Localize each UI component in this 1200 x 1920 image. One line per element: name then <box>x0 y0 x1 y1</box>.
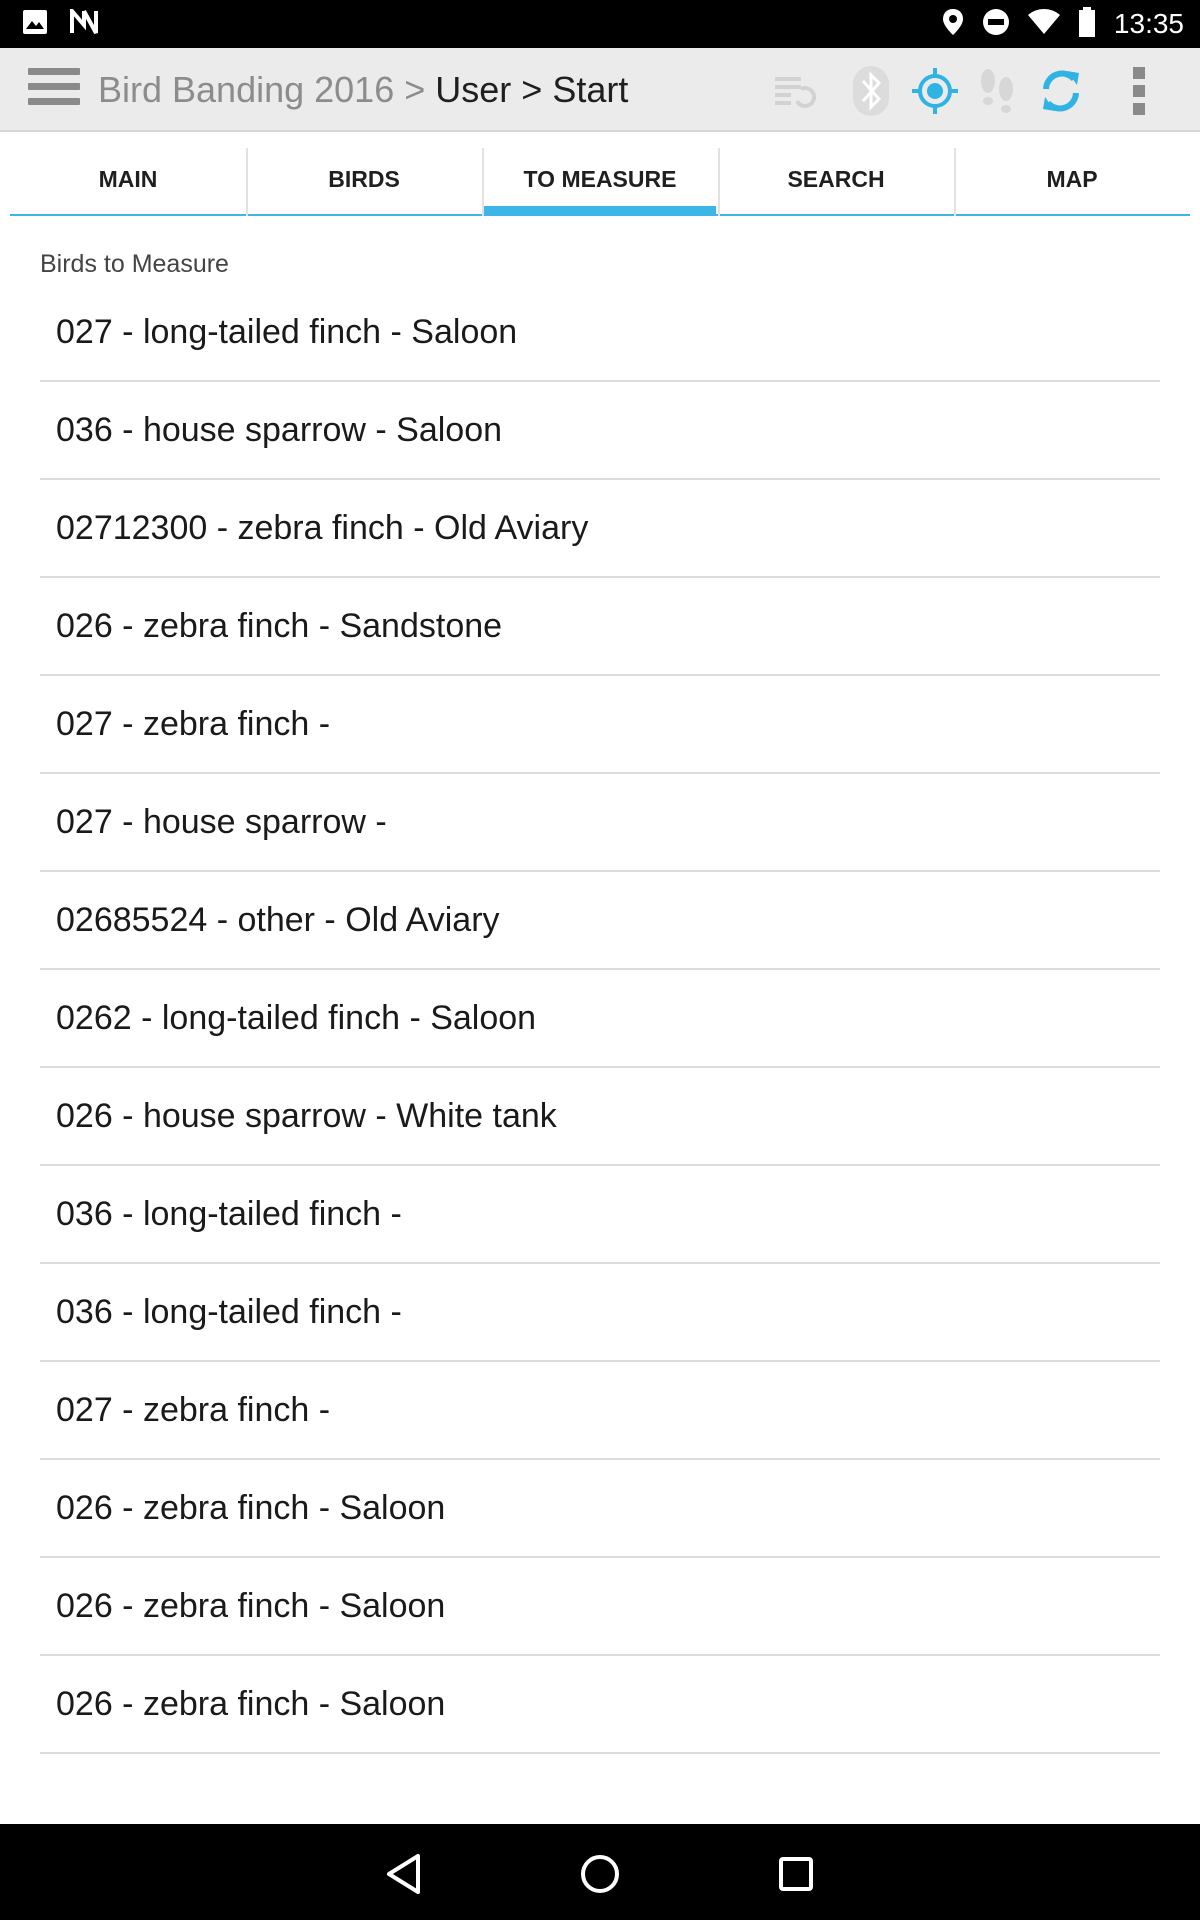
do-not-disturb-icon <box>982 8 1010 41</box>
battery-icon <box>1078 6 1096 42</box>
breadcrumb-user[interactable]: User <box>435 69 511 111</box>
list-item[interactable]: 036 - house sparrow - Saloon <box>40 382 1160 480</box>
sync-list-icon[interactable] <box>770 66 820 116</box>
list-item[interactable]: 027 - zebra finch - <box>40 1362 1160 1460</box>
tab-bar: MAIN BIRDS TO MEASURE SEARCH MAP <box>10 144 1190 216</box>
status-time: 13:35 <box>1113 8 1184 39</box>
breadcrumb-separator: > <box>521 69 543 110</box>
list-item[interactable]: 027 - zebra finch - <box>40 676 1160 774</box>
gps-location-icon[interactable] <box>910 66 960 116</box>
tab-to-measure[interactable]: TO MEASURE <box>482 144 718 216</box>
overflow-menu-icon[interactable] <box>1114 66 1164 116</box>
section-title: Birds to Measure <box>40 250 229 278</box>
recents-icon[interactable] <box>768 1846 824 1902</box>
breadcrumb-page: Start <box>552 69 629 110</box>
status-right-icons: 13:35 <box>942 0 1184 48</box>
list-item[interactable]: 036 - long-tailed finch - <box>40 1264 1160 1362</box>
tab-map[interactable]: MAP <box>954 144 1190 216</box>
tab-search[interactable]: SEARCH <box>718 144 954 216</box>
list-item[interactable]: 036 - long-tailed finch - <box>40 1166 1160 1264</box>
n-notification-icon <box>70 5 98 40</box>
wifi-icon <box>1027 8 1060 40</box>
location-icon <box>942 8 964 41</box>
bluetooth-icon[interactable] <box>846 66 896 116</box>
list-item[interactable]: 0262 - long-tailed finch - Saloon <box>40 970 1160 1068</box>
footsteps-icon[interactable] <box>972 66 1022 116</box>
status-left-icons <box>22 0 98 48</box>
breadcrumb-separator: > <box>404 69 426 110</box>
action-bar: Bird Banding 2016 > User > Start <box>0 48 1200 132</box>
list-item[interactable]: 026 - house sparrow - White tank <box>40 1068 1160 1166</box>
breadcrumb: Bird Banding 2016 > User > Start <box>98 48 628 132</box>
status-bar: 13:35 <box>0 0 1200 48</box>
list-item[interactable]: 027 - house sparrow - <box>40 774 1160 872</box>
list-item[interactable]: 026 - zebra finch - Saloon <box>40 1656 1160 1754</box>
main-content: Birds to Measure 027 - long-tailed finch… <box>10 218 1190 1790</box>
refresh-icon[interactable] <box>1036 66 1086 116</box>
breadcrumb-app[interactable]: Bird Banding 2016 <box>98 69 394 111</box>
navigation-bar <box>0 1824 1200 1920</box>
home-icon[interactable] <box>572 1846 628 1902</box>
list-item[interactable]: 026 - zebra finch - Saloon <box>40 1460 1160 1558</box>
image-icon <box>22 9 48 40</box>
list-item[interactable]: 02685524 - other - Old Aviary <box>40 872 1160 970</box>
tab-birds[interactable]: BIRDS <box>246 144 482 216</box>
birds-to-measure-list[interactable]: 027 - long-tailed finch - Saloon 036 - h… <box>40 290 1160 1754</box>
list-item[interactable]: 026 - zebra finch - Saloon <box>40 1558 1160 1656</box>
tab-main[interactable]: MAIN <box>10 144 246 214</box>
list-item[interactable]: 026 - zebra finch - Sandstone <box>40 578 1160 676</box>
menu-icon[interactable] <box>28 68 84 112</box>
list-item[interactable]: 02712300 - zebra finch - Old Aviary <box>40 480 1160 578</box>
list-item[interactable]: 027 - long-tailed finch - Saloon <box>40 290 1160 382</box>
back-icon[interactable] <box>376 1846 432 1902</box>
